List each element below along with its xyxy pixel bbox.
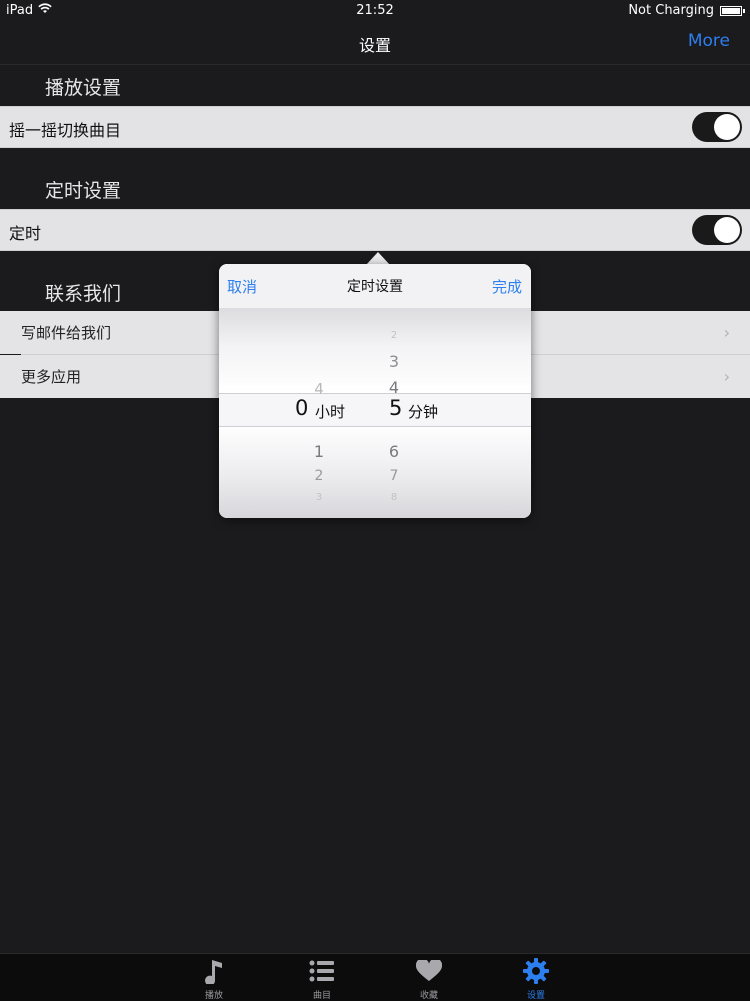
hour-below-1[interactable]: 1 xyxy=(304,442,334,461)
timer-popover: 取消 定时设置 完成 4 1 2 3 0 小时 2 3 4 6 7 8 5 分钟 xyxy=(219,264,531,518)
shake-to-switch-toggle[interactable] xyxy=(692,112,742,142)
chevron-right-icon: › xyxy=(723,323,730,342)
popover-title: 定时设置 xyxy=(347,279,403,295)
toggle-knob xyxy=(714,217,740,243)
gear-icon xyxy=(506,957,566,985)
section-header-timer: 定时设置 xyxy=(45,180,122,202)
minute-above-3[interactable]: 4 xyxy=(379,378,409,397)
tab-tracks-label: 曲目 xyxy=(312,991,331,1001)
picker-selection-band xyxy=(219,393,531,427)
chevron-right-icon: › xyxy=(723,367,730,386)
tab-settings[interactable]: 设置 xyxy=(506,954,566,1001)
timer-row: 定时 xyxy=(0,209,750,251)
hour-unit: 小时 xyxy=(315,403,346,421)
tab-play-label: 播放 xyxy=(204,991,223,1001)
timer-toggle[interactable] xyxy=(692,215,742,245)
hour-above-3: 4 xyxy=(314,380,324,398)
minute-selected[interactable]: 5 xyxy=(389,396,402,420)
shake-to-switch-row: 摇一摇切换曲目 xyxy=(0,106,750,148)
tab-play[interactable]: 播放 xyxy=(184,954,244,1001)
hour-below-3: 3 xyxy=(315,492,323,503)
timer-label: 定时 xyxy=(9,224,42,243)
popover-header: 取消 定时设置 完成 xyxy=(219,264,531,309)
hour-below-2[interactable]: 2 xyxy=(304,468,334,484)
shake-to-switch-label: 摇一摇切换曲目 xyxy=(9,121,122,140)
minute-below-2[interactable]: 7 xyxy=(379,468,409,484)
done-button[interactable]: 完成 xyxy=(492,276,522,297)
minute-unit: 分钟 xyxy=(408,403,439,421)
tab-favorites-label: 收藏 xyxy=(419,991,438,1001)
email-us-label: 写邮件给我们 xyxy=(21,324,112,342)
status-bar: iPad 21:52 Not Charging xyxy=(0,0,750,22)
page-title: 设置 xyxy=(358,36,391,55)
time-picker[interactable]: 4 1 2 3 0 小时 2 3 4 6 7 8 5 分钟 xyxy=(219,308,531,518)
tab-tracks[interactable]: 曲目 xyxy=(292,954,352,1001)
section-header-contact: 联系我们 xyxy=(45,283,122,305)
heart-icon xyxy=(399,957,459,985)
status-right: Not Charging xyxy=(628,3,745,18)
more-apps-label: 更多应用 xyxy=(21,368,82,386)
more-button[interactable]: More xyxy=(688,31,730,51)
nav-bar: 设置 More xyxy=(0,22,750,65)
section-header-playback: 播放设置 xyxy=(45,77,122,99)
battery-icon xyxy=(720,5,745,16)
minute-above-2[interactable]: 3 xyxy=(379,352,409,371)
minute-below-3: 8 xyxy=(390,492,398,503)
minute-above-1: 2 xyxy=(390,330,398,341)
music-note-icon xyxy=(184,957,244,985)
minute-below-1[interactable]: 6 xyxy=(379,442,409,461)
tab-bar: 播放 曲目 收藏 设置 xyxy=(0,953,750,1001)
charging-status: Not Charging xyxy=(628,3,714,18)
tab-favorites[interactable]: 收藏 xyxy=(399,954,459,1001)
toggle-knob xyxy=(714,114,740,140)
hour-selected[interactable]: 0 xyxy=(295,396,308,420)
tab-settings-label: 设置 xyxy=(526,991,545,1001)
list-icon xyxy=(292,957,352,985)
